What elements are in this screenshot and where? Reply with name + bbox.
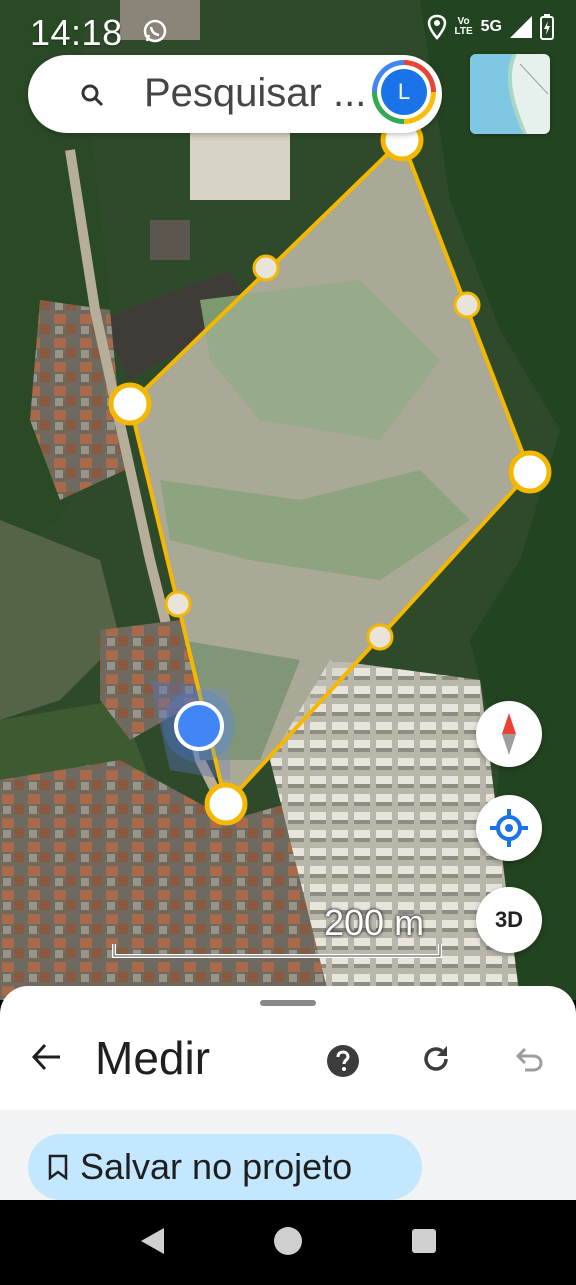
battery-icon	[540, 14, 554, 40]
whatsapp-icon	[143, 19, 167, 43]
help-icon[interactable]	[326, 1044, 360, 1078]
panel-title: Medir	[95, 1032, 211, 1084]
map-scale: 200 m	[112, 900, 442, 960]
location-icon	[427, 14, 446, 40]
signal-icon	[510, 16, 532, 38]
scale-bar	[112, 944, 442, 958]
clock: 14:18	[30, 12, 123, 53]
layers-thumbnail-icon	[470, 54, 550, 134]
my-location-button[interactable]	[476, 795, 542, 861]
network-type: 5G	[480, 18, 502, 35]
nav-back-icon[interactable]	[141, 1228, 164, 1254]
map-view[interactable]: 200 m 3D	[0, 0, 576, 1000]
search-placeholder: Pesquisar ...	[144, 71, 367, 115]
save-to-project-label: Salvar no projeto	[80, 1146, 353, 1187]
back-arrow-icon[interactable]	[30, 1040, 64, 1074]
search-icon	[81, 84, 104, 107]
system-nav-bar	[0, 1200, 576, 1280]
layers-button[interactable]	[470, 54, 550, 134]
drag-handle[interactable]	[260, 1000, 316, 1006]
bookmark-icon	[48, 1154, 68, 1180]
refresh-icon[interactable]	[420, 1043, 452, 1075]
crosshair-icon	[490, 809, 528, 847]
nav-recents-icon[interactable]	[412, 1229, 436, 1253]
my-location-dot	[163, 690, 235, 762]
volte-bottom: LTE	[454, 26, 473, 37]
account-avatar[interactable]: L	[372, 60, 436, 124]
measure-panel: Medir Salvar no projeto	[0, 986, 576, 1204]
save-to-project-button[interactable]: Salvar no projeto	[28, 1134, 422, 1200]
undo-icon[interactable]	[513, 1043, 545, 1075]
nav-home-icon[interactable]	[274, 1227, 302, 1255]
compass-icon	[502, 713, 516, 755]
compass-button[interactable]	[476, 701, 542, 767]
avatar-letter: L	[381, 69, 427, 115]
volte-indicator: Vo LTE	[455, 17, 473, 37]
3d-button[interactable]: 3D	[476, 887, 542, 953]
